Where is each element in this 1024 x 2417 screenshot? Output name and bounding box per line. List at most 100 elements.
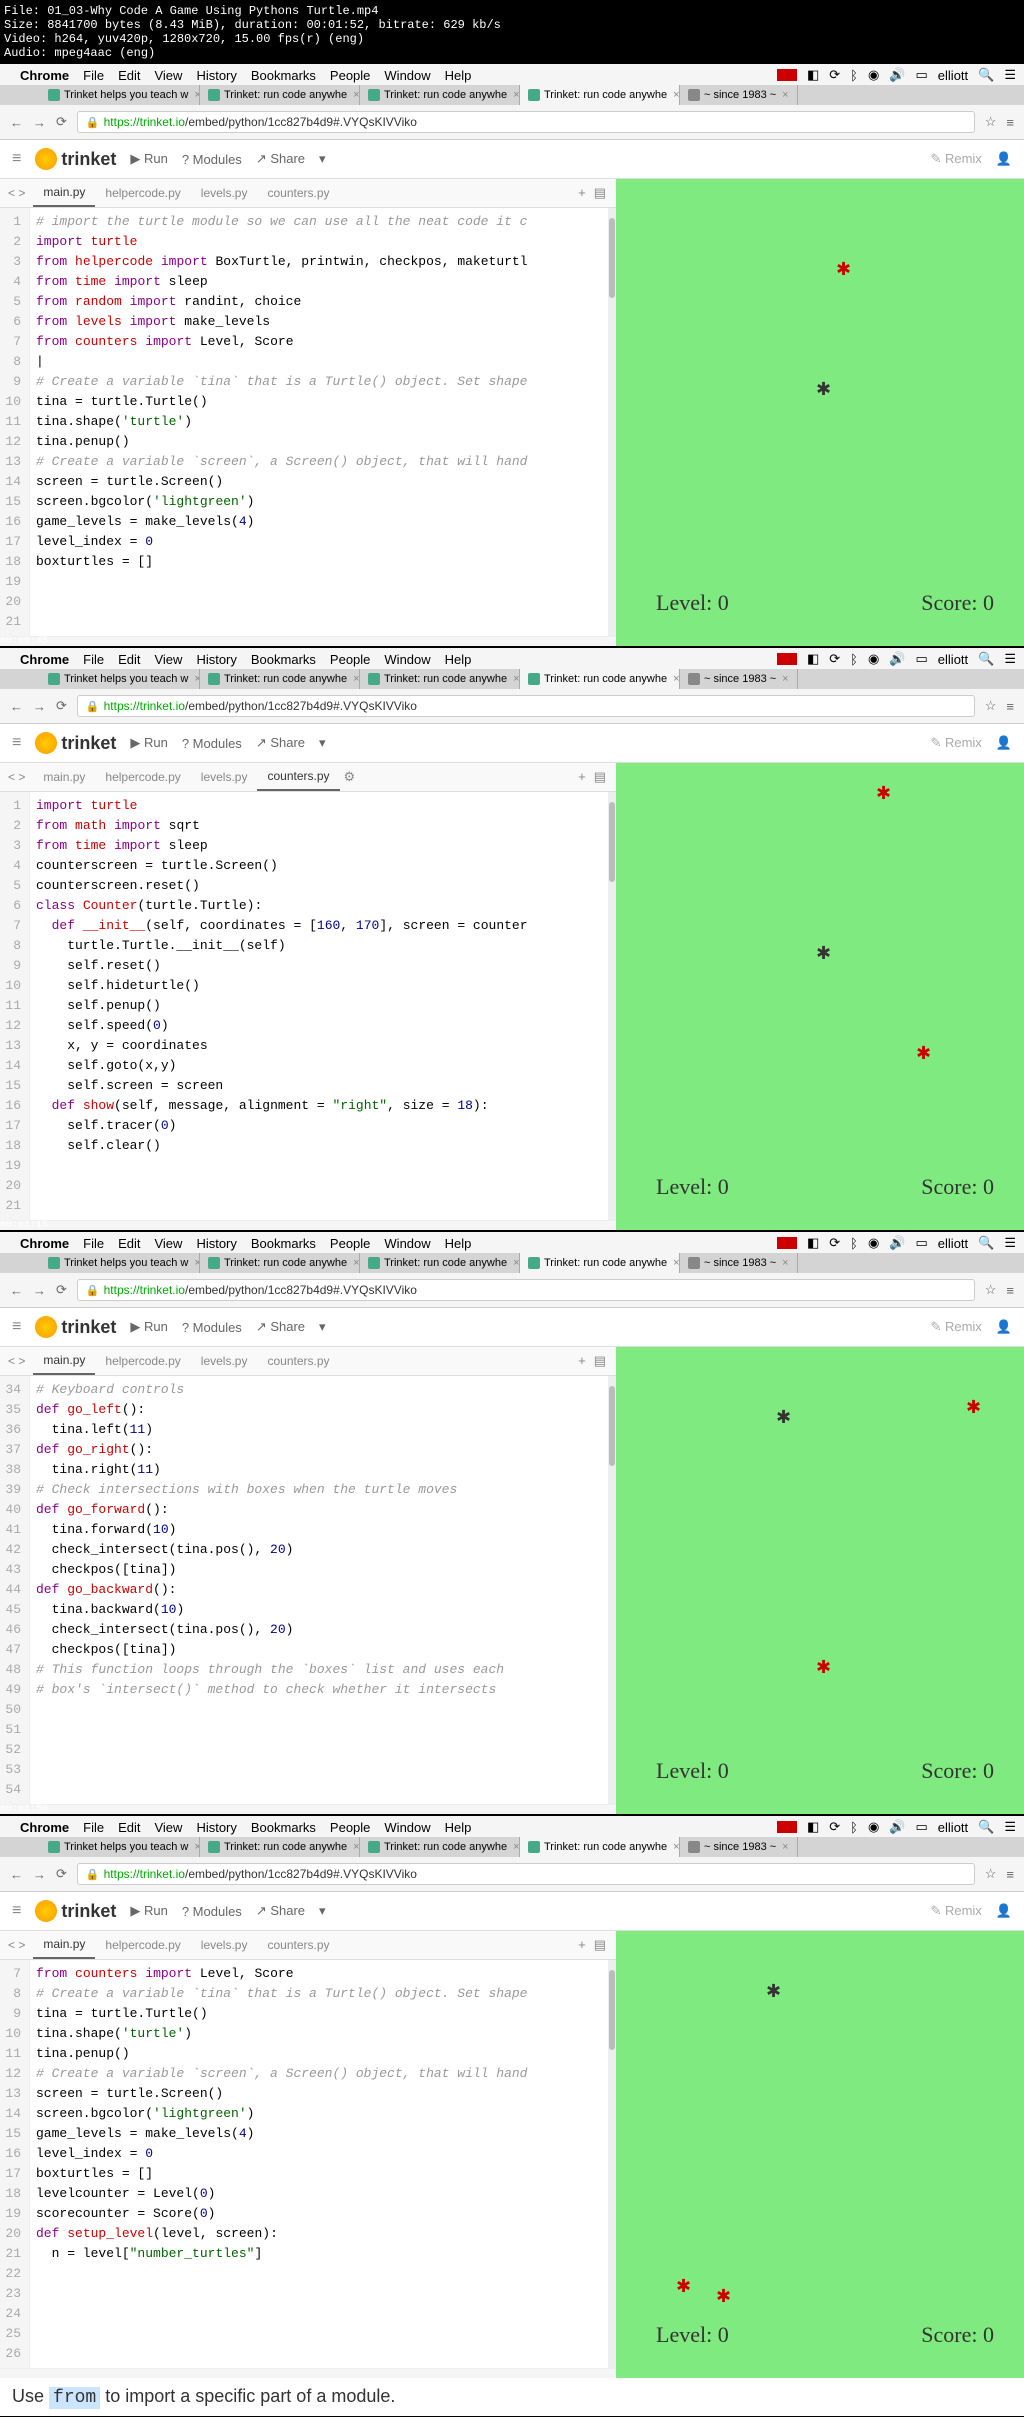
bluetooth-icon[interactable]: ᛒ [850, 1820, 858, 1835]
turtle-output[interactable]: ✱✱Level: 0Score: 0 [616, 179, 1024, 646]
add-file-icon[interactable]: + [578, 769, 586, 785]
menu-item[interactable]: People [330, 1820, 370, 1835]
menu-icon[interactable]: ≡ [1006, 699, 1014, 714]
star-icon[interactable]: ☆ [985, 698, 997, 714]
reload-button[interactable]: ⟳ [56, 698, 67, 714]
volume-icon[interactable]: 🔊 [889, 67, 905, 83]
menu-item[interactable]: People [330, 1236, 370, 1251]
hamburger-icon[interactable]: ≡ [12, 1902, 21, 1920]
close-icon[interactable]: × [353, 1257, 359, 1269]
add-file-icon[interactable]: + [578, 1937, 586, 1953]
star-icon[interactable]: ☆ [985, 1866, 997, 1882]
scrollbar-horizontal[interactable] [0, 636, 616, 646]
add-file-icon[interactable]: + [578, 1353, 586, 1369]
browser-tab[interactable]: Trinket: run code anywhe× [200, 85, 360, 105]
remix-button[interactable]: ✎ Remix [930, 1903, 981, 1919]
close-icon[interactable]: × [782, 1841, 788, 1853]
user-name[interactable]: elliott [938, 1820, 968, 1835]
share-button[interactable]: ↗ Share [256, 735, 305, 751]
reload-button[interactable]: ⟳ [56, 1866, 67, 1882]
close-icon[interactable]: × [353, 673, 359, 685]
dropdown-icon[interactable]: ▾ [319, 1903, 326, 1919]
code-lines[interactable]: from counters import Level, Score# Creat… [30, 1960, 533, 2368]
tab-nav[interactable]: < > [0, 1350, 33, 1372]
code-lines[interactable]: # Keyboard controlsdef go_left(): tina.l… [30, 1376, 510, 1804]
menu-item[interactable]: Edit [118, 1236, 140, 1251]
status-icon[interactable]: ◧ [807, 1819, 819, 1835]
scrollbar-horizontal[interactable] [0, 2368, 616, 2378]
close-icon[interactable]: × [673, 1257, 679, 1269]
file-icon[interactable]: ▤ [594, 769, 606, 785]
share-button[interactable]: ↗ Share [256, 151, 305, 167]
url-input[interactable]: 🔒https://trinket.io/embed/python/1cc827b… [77, 111, 975, 133]
scrollbar-vertical[interactable] [608, 1376, 616, 1804]
url-input[interactable]: 🔒https://trinket.io/embed/python/1cc827b… [77, 1279, 975, 1301]
battery-icon[interactable]: ▭ [916, 1235, 928, 1251]
close-icon[interactable]: × [782, 673, 788, 685]
browser-tab[interactable]: Trinket: run code anywhe× [360, 85, 520, 105]
menu-item[interactable]: Bookmarks [251, 652, 316, 667]
hamburger-icon[interactable]: ≡ [12, 150, 21, 168]
run-button[interactable]: ▶ Run [130, 1903, 167, 1919]
code-area[interactable]: 123456789101112131415161718192021import … [0, 792, 616, 1220]
file-icon[interactable]: ▤ [594, 185, 606, 201]
url-input[interactable]: 🔒https://trinket.io/embed/python/1cc827b… [77, 1863, 975, 1885]
reload-button[interactable]: ⟳ [56, 114, 67, 130]
search-icon[interactable]: 🔍 [978, 1819, 994, 1835]
menu-item[interactable]: Help [445, 1820, 472, 1835]
file-tab[interactable]: helpercode.py [95, 764, 190, 790]
file-tab[interactable]: levels.py [191, 1932, 258, 1958]
status-icon[interactable] [777, 1821, 797, 1833]
close-icon[interactable]: × [782, 1257, 788, 1269]
menu-icon[interactable]: ☰ [1004, 67, 1016, 83]
menu-item[interactable]: Bookmarks [251, 1236, 316, 1251]
menu-icon[interactable]: ☰ [1004, 651, 1016, 667]
browser-tab[interactable]: ~ since 1983 ~× [680, 1253, 798, 1273]
menu-item[interactable]: Window [384, 1820, 430, 1835]
browser-tab[interactable]: Trinket: run code anywhe× [360, 1253, 520, 1273]
app-name[interactable]: Chrome [20, 652, 69, 667]
volume-icon[interactable]: 🔊 [889, 651, 905, 667]
menu-item[interactable]: View [154, 652, 182, 667]
bluetooth-icon[interactable]: ᛒ [850, 652, 858, 667]
volume-icon[interactable]: 🔊 [889, 1235, 905, 1251]
dropdown-icon[interactable]: ▾ [319, 151, 326, 167]
menu-item[interactable]: View [154, 1820, 182, 1835]
file-tab[interactable]: helpercode.py [95, 1932, 190, 1958]
search-icon[interactable]: 🔍 [978, 67, 994, 83]
file-tab[interactable]: main.py [33, 1931, 95, 1959]
menu-item[interactable]: History [196, 1236, 236, 1251]
scrollbar-vertical[interactable] [608, 208, 616, 636]
battery-icon[interactable]: ▭ [916, 67, 928, 83]
user-icon[interactable]: 👤 [996, 735, 1012, 751]
search-icon[interactable]: 🔍 [978, 651, 994, 667]
trinket-logo[interactable]: trinket [35, 148, 116, 170]
scrollbar-horizontal[interactable] [0, 1804, 616, 1814]
status-icon[interactable]: ⟳ [829, 651, 840, 667]
wifi-icon[interactable]: ◉ [868, 651, 879, 667]
forward-button[interactable]: → [33, 115, 46, 130]
menu-item[interactable]: History [196, 652, 236, 667]
dropdown-icon[interactable]: ▾ [319, 735, 326, 751]
status-icon[interactable]: ◧ [807, 1235, 819, 1251]
menu-item[interactable]: Help [445, 1236, 472, 1251]
run-button[interactable]: ▶ Run [130, 151, 167, 167]
forward-button[interactable]: → [33, 1283, 46, 1298]
file-tab[interactable]: counters.py [257, 180, 339, 206]
browser-tab[interactable]: Trinket: run code anywhe× [360, 669, 520, 689]
tab-nav[interactable]: < > [0, 766, 33, 788]
modules-button[interactable]: ? Modules [182, 152, 242, 167]
status-icon[interactable]: ⟳ [829, 1819, 840, 1835]
browser-tab[interactable]: Trinket: run code anywhe× [200, 669, 360, 689]
file-tab[interactable]: levels.py [191, 1348, 258, 1374]
modules-button[interactable]: ? Modules [182, 1320, 242, 1335]
code-area[interactable]: 3435363738394041424344454647484950515253… [0, 1376, 616, 1804]
file-tab[interactable]: main.py [33, 179, 95, 207]
user-icon[interactable]: 👤 [996, 151, 1012, 167]
menu-icon[interactable]: ≡ [1006, 1867, 1014, 1882]
menu-item[interactable]: Help [445, 68, 472, 83]
wifi-icon[interactable]: ◉ [868, 1819, 879, 1835]
menu-item[interactable]: File [83, 1236, 104, 1251]
gear-icon[interactable]: ⚙ [340, 763, 360, 791]
bluetooth-icon[interactable]: ᛒ [850, 1236, 858, 1251]
